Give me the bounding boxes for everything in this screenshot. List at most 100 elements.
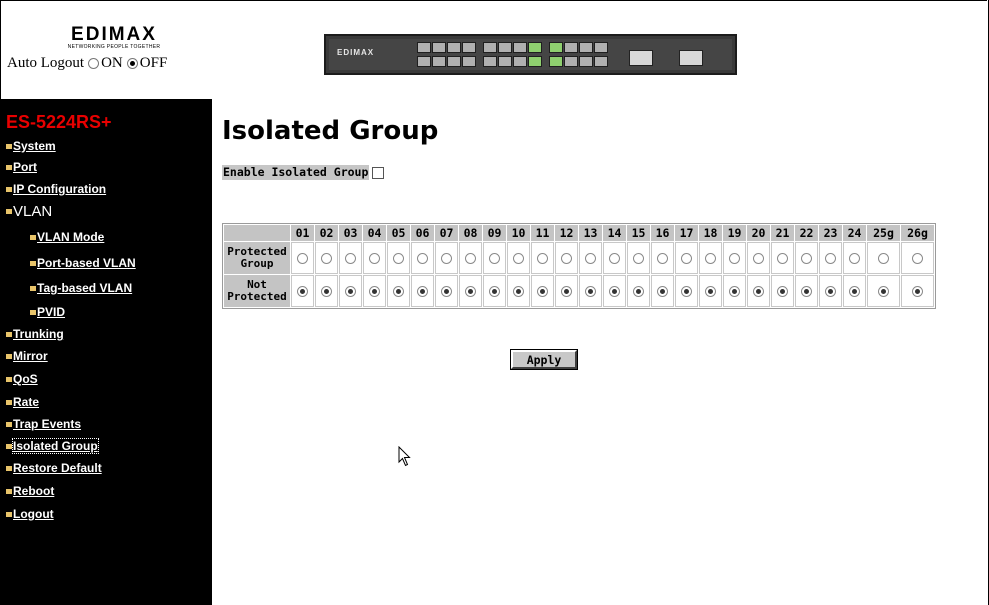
not-protected-radio-port-04[interactable] [369,285,380,297]
device-port-icon [528,56,542,67]
not-protected-radio-port-14[interactable] [609,285,620,297]
not-protected-radio-port-03[interactable] [345,285,356,297]
radio-cell [531,275,554,307]
device-port-icon [549,42,563,53]
sidebar-item-isolated-group[interactable]: Isolated Group [6,438,99,454]
radio-cell [411,242,434,274]
not-protected-radio-port-07[interactable] [441,285,452,297]
protected-group-radio-port-21[interactable] [777,252,788,264]
not-protected-radio-port-24[interactable] [849,285,860,297]
protected-group-radio-port-25g[interactable] [878,252,889,264]
sidebar-item-restore-default[interactable]: Restore Default [6,461,102,475]
sidebar-item-logout[interactable]: Logout [6,507,54,521]
not-protected-radio-port-01[interactable] [297,285,308,297]
device-port-icon [594,56,608,67]
sidebar-item-trap-events[interactable]: Trap Events [6,417,81,431]
apply-button[interactable]: Apply [510,349,578,370]
protected-group-radio-port-17[interactable] [681,252,692,264]
sidebar-item-pvid[interactable]: PVID [30,305,65,319]
mouse-pointer-icon [398,446,411,467]
sidebar-item-label: Logout [13,507,54,521]
not-protected-radio-port-18[interactable] [705,285,716,297]
not-protected-radio-port-10[interactable] [513,285,524,297]
sidebar-item-vlan[interactable]: VLAN [6,203,52,220]
port-header: 13 [579,225,602,241]
not-protected-radio-port-08[interactable] [465,285,476,297]
not-protected-radio-port-25g[interactable] [878,285,889,297]
not-protected-radio-port-22[interactable] [801,285,812,297]
sidebar-item-mirror[interactable]: Mirror [6,349,48,363]
protected-group-radio-port-22[interactable] [801,252,812,264]
port-header: 16 [651,225,674,241]
sidebar-item-port-based-vlan[interactable]: Port-based VLAN [30,256,136,270]
enable-isolated-group-checkbox[interactable] [372,166,385,179]
protected-group-radio-port-14[interactable] [609,252,620,264]
protected-group-radio-port-02[interactable] [321,252,332,264]
protected-group-radio-port-12[interactable] [561,252,572,264]
not-protected-radio-port-23[interactable] [825,285,836,297]
not-protected-radio-port-12[interactable] [561,285,572,297]
protected-group-radio-port-24[interactable] [849,252,860,264]
protected-group-radio-port-07[interactable] [441,252,452,264]
protected-group-radio-port-11[interactable] [537,252,548,264]
protected-group-radio-port-23[interactable] [825,252,836,264]
auto-logout-off-radio[interactable] [126,58,138,69]
sidebar-item-vlan-mode[interactable]: VLAN Mode [30,230,104,244]
sidebar-item-rate[interactable]: Rate [6,395,39,409]
radio-cell [603,275,626,307]
protected-group-radio-port-10[interactable] [513,252,524,264]
not-protected-radio-port-09[interactable] [489,285,500,297]
sidebar-item-qos[interactable]: QoS [6,372,38,386]
not-protected-radio-port-16[interactable] [657,285,668,297]
folder-bullet-icon [6,209,12,214]
protected-group-radio-port-08[interactable] [465,252,476,264]
radio-cell [843,242,866,274]
port-header: 15 [627,225,650,241]
not-protected-radio-port-20[interactable] [753,285,764,297]
protected-group-radio-port-09[interactable] [489,252,500,264]
radio-cell [901,275,934,307]
sidebar-item-system[interactable]: System [6,139,56,153]
not-protected-radio-port-15[interactable] [633,285,644,297]
protected-group-radio-port-20[interactable] [753,252,764,264]
folder-bullet-icon [30,309,36,315]
folder-bullet-icon [30,260,36,266]
protected-group-radio-port-15[interactable] [633,252,644,264]
not-protected-radio-port-06[interactable] [417,285,428,297]
not-protected-radio-port-26g[interactable] [912,285,923,297]
protected-group-radio-port-13[interactable] [585,252,596,264]
radio-cell [459,242,482,274]
protected-group-radio-port-04[interactable] [369,252,380,264]
device-port-icon [483,56,497,67]
protected-group-radio-port-06[interactable] [417,252,428,264]
radio-cell [795,242,818,274]
sidebar-item-ip-configuration[interactable]: IP Configuration [6,182,106,196]
sidebar-item-port[interactable]: Port [6,160,37,174]
not-protected-radio-port-11[interactable] [537,285,548,297]
port-header: 17 [675,225,698,241]
protected-group-radio-port-03[interactable] [345,252,356,264]
radio-cell [699,242,722,274]
protected-group-radio-port-26g[interactable] [912,252,923,264]
page-title: Isolated Group [222,116,439,146]
radio-cell [483,242,506,274]
radio-cell [819,242,842,274]
sidebar-item-label: QoS [13,372,38,386]
sidebar-item-tag-based-vlan[interactable]: Tag-based VLAN [30,281,132,295]
not-protected-radio-port-05[interactable] [393,285,404,297]
not-protected-radio-port-13[interactable] [585,285,596,297]
protected-group-radio-port-18[interactable] [705,252,716,264]
not-protected-radio-port-21[interactable] [777,285,788,297]
sidebar-item-label: Restore Default [13,461,102,475]
not-protected-radio-port-02[interactable] [321,285,332,297]
sidebar-item-reboot[interactable]: Reboot [6,484,54,498]
radio-cell [771,275,794,307]
not-protected-radio-port-17[interactable] [681,285,692,297]
protected-group-radio-port-19[interactable] [729,252,740,264]
protected-group-radio-port-05[interactable] [393,252,404,264]
sidebar-item-trunking[interactable]: Trunking [6,327,64,341]
auto-logout-on-radio[interactable] [88,58,100,69]
not-protected-radio-port-19[interactable] [729,285,740,297]
protected-group-radio-port-16[interactable] [657,252,668,264]
protected-group-radio-port-01[interactable] [297,252,308,264]
